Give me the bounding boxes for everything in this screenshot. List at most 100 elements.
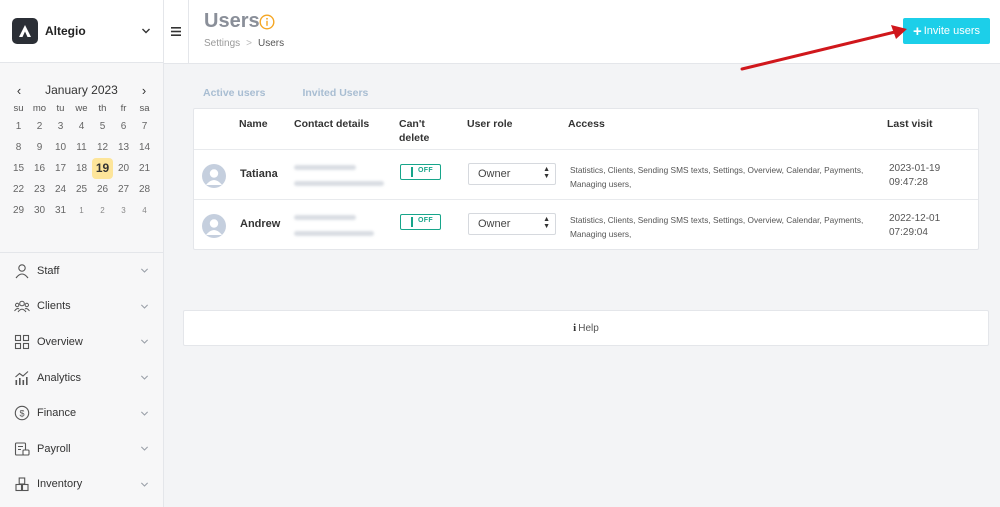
calendar-day[interactable]: 3 <box>113 200 134 221</box>
column-header-role: User role <box>467 118 513 130</box>
last-visit-date: 2023-01-19 <box>889 163 941 174</box>
chevron-down-icon[interactable] <box>140 480 149 489</box>
calendar-day[interactable]: 24 <box>50 179 71 200</box>
calendar-day[interactable]: 17 <box>50 158 71 179</box>
cant-delete-toggle[interactable]: OFF <box>400 164 441 180</box>
mini-calendar: ‹ January 2023 › su mo tu we th fr sa 1 2 3 4 5 6 7 8 9… <box>0 83 163 221</box>
user-role-select[interactable]: Owner ▲ ▼ <box>468 213 556 235</box>
calendar-next-button[interactable]: › <box>139 83 149 98</box>
sidebar-item-staff[interactable]: Staff <box>0 253 163 289</box>
chevron-down-icon[interactable] <box>141 26 151 36</box>
chevron-down-icon[interactable] <box>140 266 149 275</box>
grid-icon <box>14 334 30 350</box>
sidebar-item-label: Overview <box>37 335 83 348</box>
user-role-select[interactable]: Owner ▲ ▼ <box>468 163 556 185</box>
calendar-day[interactable]: 22 <box>8 179 29 200</box>
access-line-1: Statistics, Clients, Sending SMS texts, … <box>570 165 864 175</box>
calendar-day-today[interactable]: 19 <box>92 158 113 179</box>
calendar-day[interactable]: 7 <box>134 116 155 137</box>
brand-name: Altegio <box>45 24 86 38</box>
weekday-label: mo <box>32 103 47 114</box>
calendar-day[interactable]: 30 <box>29 200 50 221</box>
calendar-day[interactable]: 27 <box>113 179 134 200</box>
calendar-day[interactable]: 21 <box>134 158 155 179</box>
calendar-day[interactable]: 29 <box>8 200 29 221</box>
calendar-day[interactable]: 20 <box>113 158 134 179</box>
sidebar-item-label: Staff <box>37 264 60 277</box>
access-list: Statistics, Clients, Sending SMS texts, … <box>570 213 870 241</box>
user-role-value: Owner <box>478 168 511 180</box>
calendar-day[interactable]: 3 <box>50 116 71 137</box>
user-role-value: Owner <box>478 218 511 230</box>
calendar-day[interactable]: 10 <box>50 137 71 158</box>
tab-invited-users[interactable]: Invited Users <box>302 87 368 99</box>
calendar-day[interactable]: 25 <box>71 179 92 200</box>
column-header-name: Name <box>239 118 268 130</box>
calendar-day[interactable]: 28 <box>134 179 155 200</box>
chevron-down-icon[interactable] <box>140 337 149 346</box>
calendar-day[interactable]: 6 <box>113 116 134 137</box>
calendar-day[interactable]: 13 <box>113 137 134 158</box>
contact-email-redacted <box>294 181 384 186</box>
sidebar-item-label: Analytics <box>37 371 82 384</box>
calendar-prev-button[interactable]: ‹ <box>14 83 24 98</box>
calendar-day[interactable]: 26 <box>92 179 113 200</box>
calendar-day[interactable]: 1 <box>8 116 29 137</box>
calendar-day[interactable]: 8 <box>8 137 29 158</box>
sidebar-item-finance[interactable]: $ Finance <box>0 395 163 431</box>
toggle-state-label: OFF <box>418 167 433 174</box>
calendar-day[interactable]: 9 <box>29 137 50 158</box>
brand-switcher[interactable]: Altegio <box>0 0 163 63</box>
calendar-day[interactable]: 23 <box>29 179 50 200</box>
column-header-last-visit: Last visit <box>887 118 933 130</box>
calendar-day[interactable]: 14 <box>134 137 155 158</box>
breadcrumb-settings[interactable]: Settings <box>204 38 240 49</box>
calendar-day[interactable]: 15 <box>8 158 29 179</box>
sidebar-item-clients[interactable]: Clients <box>0 289 163 325</box>
weekday-label: th <box>98 103 107 114</box>
chevron-down-icon[interactable] <box>140 444 149 453</box>
calendar-day[interactable]: 1 <box>71 200 92 221</box>
avatar[interactable] <box>202 214 226 238</box>
calendar-day[interactable]: 2 <box>29 116 50 137</box>
invite-users-label: Invite users <box>923 25 980 37</box>
sidebar-item-overview[interactable]: Overview <box>0 324 163 360</box>
invite-users-button[interactable]: + Invite users <box>903 18 990 44</box>
cant-delete-toggle[interactable]: OFF <box>400 214 441 230</box>
sidebar-item-label: Inventory <box>37 478 83 491</box>
calendar-day[interactable]: 12 <box>92 137 113 158</box>
calendar-day[interactable]: 31 <box>50 200 71 221</box>
user-name[interactable]: Tatiana <box>240 168 278 180</box>
calendar-day[interactable]: 4 <box>71 116 92 137</box>
calendar-day[interactable]: 16 <box>29 158 50 179</box>
info-icon[interactable] <box>259 14 275 30</box>
calendar-day[interactable]: 2 <box>92 200 113 221</box>
page-title: Users <box>204 10 260 32</box>
calendar-day[interactable]: 18 <box>71 158 92 179</box>
last-visit-date: 2022-12-01 <box>889 213 941 224</box>
sidebar-item-analytics[interactable]: Analytics <box>0 360 163 396</box>
calendar-day[interactable]: 11 <box>71 137 92 158</box>
chevron-down-icon[interactable] <box>140 373 149 382</box>
tab-active-users[interactable]: Active users <box>203 87 265 99</box>
calendar-day[interactable]: 4 <box>134 200 155 221</box>
sidebar-item-inventory[interactable]: Inventory <box>0 467 163 503</box>
weekday-label: we <box>75 103 88 114</box>
calendar-day[interactable]: 5 <box>92 116 113 137</box>
sidebar-item-label: Clients <box>37 300 71 313</box>
weekday-label: tu <box>56 103 65 114</box>
menu-toggle[interactable] <box>164 0 189 63</box>
chevron-down-icon[interactable] <box>140 302 149 311</box>
help-link[interactable]: i Help <box>183 310 989 346</box>
calendar-month-label: January 2023 <box>45 83 118 97</box>
avatar[interactable] <box>202 164 226 188</box>
select-caret-icon: ▲ ▼ <box>543 166 550 180</box>
toggle-state-label: OFF <box>418 217 433 224</box>
breadcrumb: Settings > Users <box>204 38 284 49</box>
chevron-down-icon[interactable] <box>140 409 149 418</box>
access-list: Statistics, Clients, Sending SMS texts, … <box>570 163 870 191</box>
user-name[interactable]: Andrew <box>240 218 280 230</box>
sidebar: Altegio ‹ January 2023 › su mo tu we th fr sa 1… <box>0 0 164 507</box>
user-tabs: Active users Invited Users <box>203 87 405 99</box>
sidebar-item-payroll[interactable]: Payroll <box>0 431 163 467</box>
